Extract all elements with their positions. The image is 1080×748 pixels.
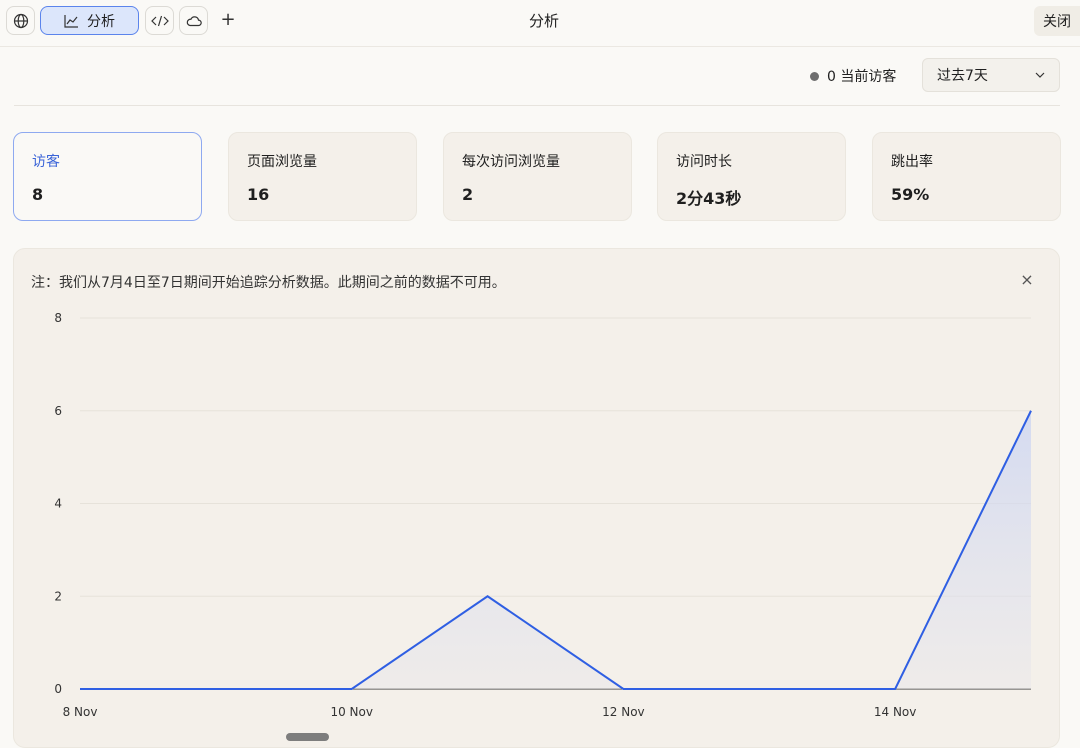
data-point[interactable] xyxy=(618,684,628,694)
data-point[interactable] xyxy=(211,684,221,694)
y-tick-label: 8 xyxy=(54,311,62,325)
x-tick-label: 10 Nov xyxy=(330,705,373,719)
y-tick-label: 6 xyxy=(54,404,62,418)
y-tick-label: 0 xyxy=(54,682,62,696)
x-tick-label: 12 Nov xyxy=(602,705,645,719)
visitors-chart: 0 2 4 6 8 8 Nov 10 Nov 12 Nov 14 Nov xyxy=(54,311,1036,719)
data-point[interactable] xyxy=(75,684,85,694)
data-point[interactable] xyxy=(483,591,493,601)
data-point[interactable] xyxy=(890,684,900,694)
data-point[interactable] xyxy=(347,684,357,694)
y-tick-label: 2 xyxy=(54,589,62,603)
y-tick-label: 4 xyxy=(54,497,62,511)
data-point[interactable] xyxy=(1026,406,1036,416)
chart-area xyxy=(80,410,1031,689)
data-point[interactable] xyxy=(754,684,764,694)
x-tick-label: 8 Nov xyxy=(63,705,98,719)
x-tick-label: 14 Nov xyxy=(874,705,917,719)
